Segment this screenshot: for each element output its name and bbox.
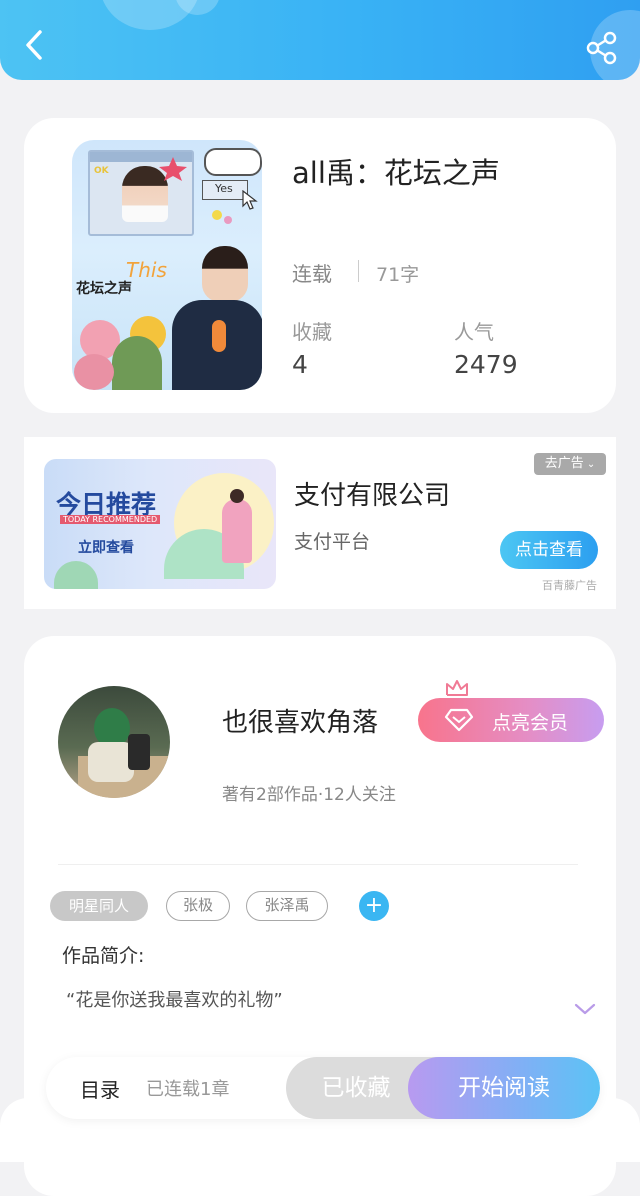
diamond-icon	[444, 708, 474, 732]
vip-button[interactable]: 点亮会员	[418, 698, 604, 742]
tag-item[interactable]: 张极	[166, 891, 230, 921]
chevron-down-icon: ⌄	[583, 459, 596, 470]
chapter-count[interactable]: 已连载1章	[146, 1075, 229, 1101]
word-count: 71字	[376, 264, 420, 286]
popularity-value: 2479	[454, 350, 518, 379]
tag-item[interactable]: 张泽禹	[246, 891, 328, 921]
ad-banner-subtitle: TODAY RECOMMENDED	[60, 515, 161, 524]
ad-banner-button: 立即查看	[78, 540, 134, 556]
favorites-label: 收藏	[292, 320, 332, 344]
author-name[interactable]: 也很喜欢角落	[222, 702, 378, 739]
vip-button-label: 点亮会员	[492, 712, 569, 734]
flower-decor	[74, 354, 114, 390]
tag-item[interactable]: 明星同人	[50, 891, 148, 921]
ad-subtitle: 支付平台	[294, 531, 371, 553]
ad-source-label: 百青藤广告	[542, 579, 597, 592]
cloud-icon	[204, 148, 262, 176]
share-button[interactable]	[584, 30, 620, 66]
star-icon	[159, 157, 187, 181]
bottom-action-bar: 目录 已连载1章 已收藏 开始阅读	[46, 1057, 600, 1119]
book-title: all禹：花坛之声	[292, 156, 500, 190]
cover-portrait-main	[172, 246, 262, 390]
book-cover[interactable]: OK Yes This 花坛之声	[72, 140, 262, 390]
balloon-icon	[212, 210, 222, 220]
cover-this-text: This	[126, 258, 167, 282]
favorites-value: 4	[292, 350, 308, 379]
author-meta: 著有2部作品·12人关注	[222, 785, 396, 805]
add-tag-button[interactable]: +	[359, 891, 389, 921]
balloon-icon	[224, 216, 232, 224]
girl-figure	[222, 499, 252, 563]
avatar[interactable]	[58, 686, 170, 798]
divider	[358, 260, 359, 282]
start-reading-button[interactable]: 开始阅读	[408, 1057, 600, 1119]
ad-view-button[interactable]: 点击查看	[500, 531, 598, 569]
chevron-left-icon	[26, 30, 42, 60]
chevron-down-icon[interactable]	[574, 1002, 596, 1016]
toc-button[interactable]: 目录	[80, 1074, 120, 1103]
top-bar	[0, 0, 640, 80]
share-icon	[586, 31, 617, 65]
ad-card[interactable]: 今日推荐 TODAY RECOMMENDED 立即查看 去广告 ⌄ 支付有限公司…	[24, 437, 616, 609]
ad-title: 支付有限公司	[294, 481, 451, 511]
cursor-icon	[242, 190, 258, 210]
leaves-decor	[112, 336, 162, 390]
divider	[58, 864, 578, 865]
crown-icon	[446, 680, 468, 696]
intro-text: “花是你送我最喜欢的礼物”	[66, 990, 283, 1011]
book-info-card: OK Yes This 花坛之声 all禹：花坛之声 连载 71字 收藏 4 人…	[24, 118, 616, 413]
intro-label: 作品简介:	[62, 945, 145, 967]
ad-banner-image[interactable]: 今日推荐 TODAY RECOMMENDED 立即查看	[44, 459, 276, 589]
cover-ok-text: OK	[94, 166, 109, 176]
remove-ad-label: 去广告	[544, 456, 584, 471]
cover-title-text: 花坛之声	[76, 281, 132, 297]
popularity-label: 人气	[454, 320, 494, 344]
remove-ad-button[interactable]: 去广告 ⌄	[534, 453, 606, 475]
plus-icon: +	[364, 893, 384, 918]
serial-status: 连载	[292, 262, 332, 286]
back-button[interactable]	[18, 28, 52, 62]
